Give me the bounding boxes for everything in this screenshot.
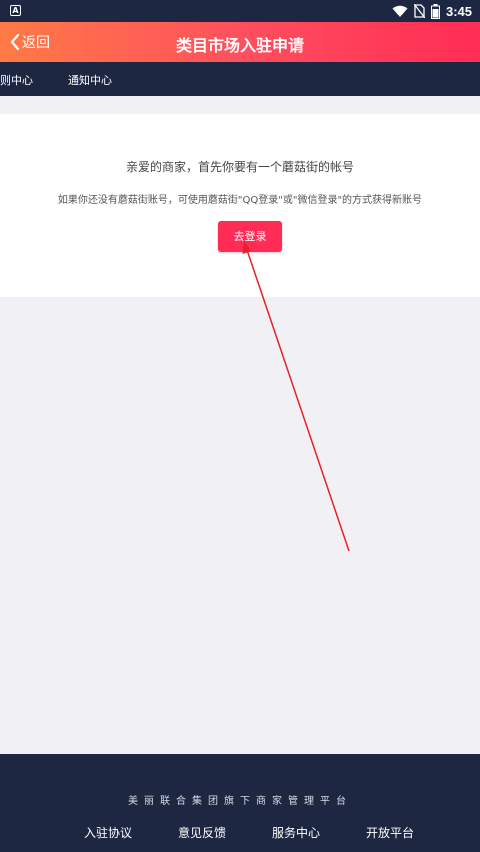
app-notification-icon: A — [10, 5, 21, 16]
footer-links: 入驻协议 意见反馈 服务中心 开放平台 — [0, 824, 480, 840]
sub-nav: 则中心 通知中心 — [0, 62, 480, 96]
nav-tab-rules-center[interactable]: 则中心 — [0, 72, 33, 88]
footer: 美丽联合集团旗下商家管理平台 入驻协议 意见反馈 服务中心 开放平台 — [0, 754, 480, 852]
prompt-instruction: 如果你还没有蘑菇街账号，可使用蘑菇街"QQ登录"或"微信登录"的方式获得新账号 — [57, 195, 423, 206]
footer-link-feedback[interactable]: 意见反馈 — [178, 824, 226, 841]
wifi-icon — [392, 5, 408, 17]
footer-link-agreement[interactable]: 入驻协议 — [84, 824, 132, 841]
page-title: 类目市场入驻申请 — [175, 36, 304, 55]
login-button[interactable]: 去登录 — [218, 221, 282, 252]
prompt-heading: 亲爱的商家，首先你要有一个蘑菇街的帐号 — [125, 160, 354, 174]
status-icons: 3:45 — [392, 3, 472, 19]
no-sim-icon — [413, 4, 425, 18]
footer-link-open-platform[interactable]: 开放平台 — [366, 824, 414, 841]
login-prompt-card: 亲爱的商家，首先你要有一个蘑菇街的帐号 如果你还没有蘑菇街账号，可使用蘑菇街"Q… — [0, 114, 480, 297]
nav-tab-notification-center[interactable]: 通知中心 — [68, 72, 112, 88]
status-time: 3:45 — [445, 3, 472, 19]
battery-icon — [430, 3, 440, 19]
footer-slogan: 美丽联合集团旗下商家管理平台 — [128, 796, 352, 807]
status-bar: A 3:45 — [0, 0, 480, 22]
app-header: 返回 类目市场入驻申请 — [0, 22, 480, 62]
footer-link-service-center[interactable]: 服务中心 — [272, 824, 320, 841]
